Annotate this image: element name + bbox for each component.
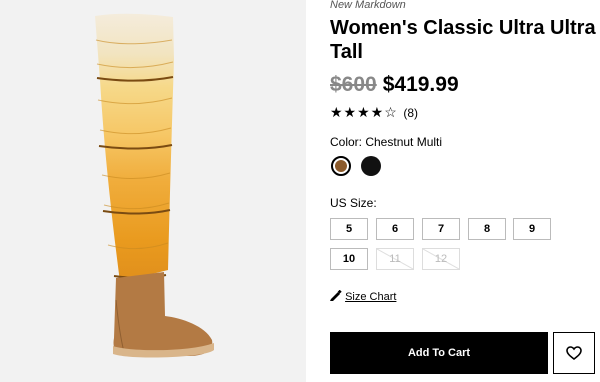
rating[interactable]: ★★★★☆ (8) — [330, 104, 418, 121]
heart-icon — [566, 346, 582, 360]
size-option[interactable]: 6 — [376, 218, 414, 240]
price-row: $600 $419.99 — [330, 73, 459, 97]
size-option[interactable]: 8 — [468, 218, 506, 240]
size-grid: 5 6 7 8 9 10 11 12 — [330, 218, 600, 274]
product-title: Women's Classic Ultra Ultra Tall — [330, 17, 596, 63]
review-count[interactable]: (8) — [403, 106, 418, 120]
color-label: Color: Chestnut Multi — [330, 135, 443, 149]
markdown-badge: New Markdown — [330, 0, 406, 11]
ruler-pencil-icon — [330, 289, 342, 301]
boot-illustration — [95, 13, 214, 358]
size-option-unavailable: 11 — [376, 248, 414, 270]
size-option-unavailable: 12 — [422, 248, 460, 270]
add-to-cart-button[interactable]: Add To Cart — [330, 332, 548, 374]
size-chart-text[interactable]: Size Chart — [345, 291, 396, 303]
color-swatch-black[interactable] — [361, 156, 381, 176]
size-option[interactable]: 10 — [330, 248, 368, 270]
product-image[interactable] — [0, 0, 306, 382]
size-chart-link[interactable]: Size Chart — [330, 289, 396, 303]
size-label: US Size: — [330, 196, 377, 210]
star-rating-icon: ★★★★☆ — [330, 104, 398, 120]
color-swatch-chestnut[interactable] — [331, 156, 351, 176]
sale-price: $419.99 — [382, 73, 459, 96]
wishlist-button[interactable] — [553, 332, 595, 374]
size-option[interactable]: 7 — [422, 218, 460, 240]
size-option[interactable]: 5 — [330, 218, 368, 240]
original-price: $600 — [330, 73, 377, 96]
size-option[interactable]: 9 — [513, 218, 551, 240]
